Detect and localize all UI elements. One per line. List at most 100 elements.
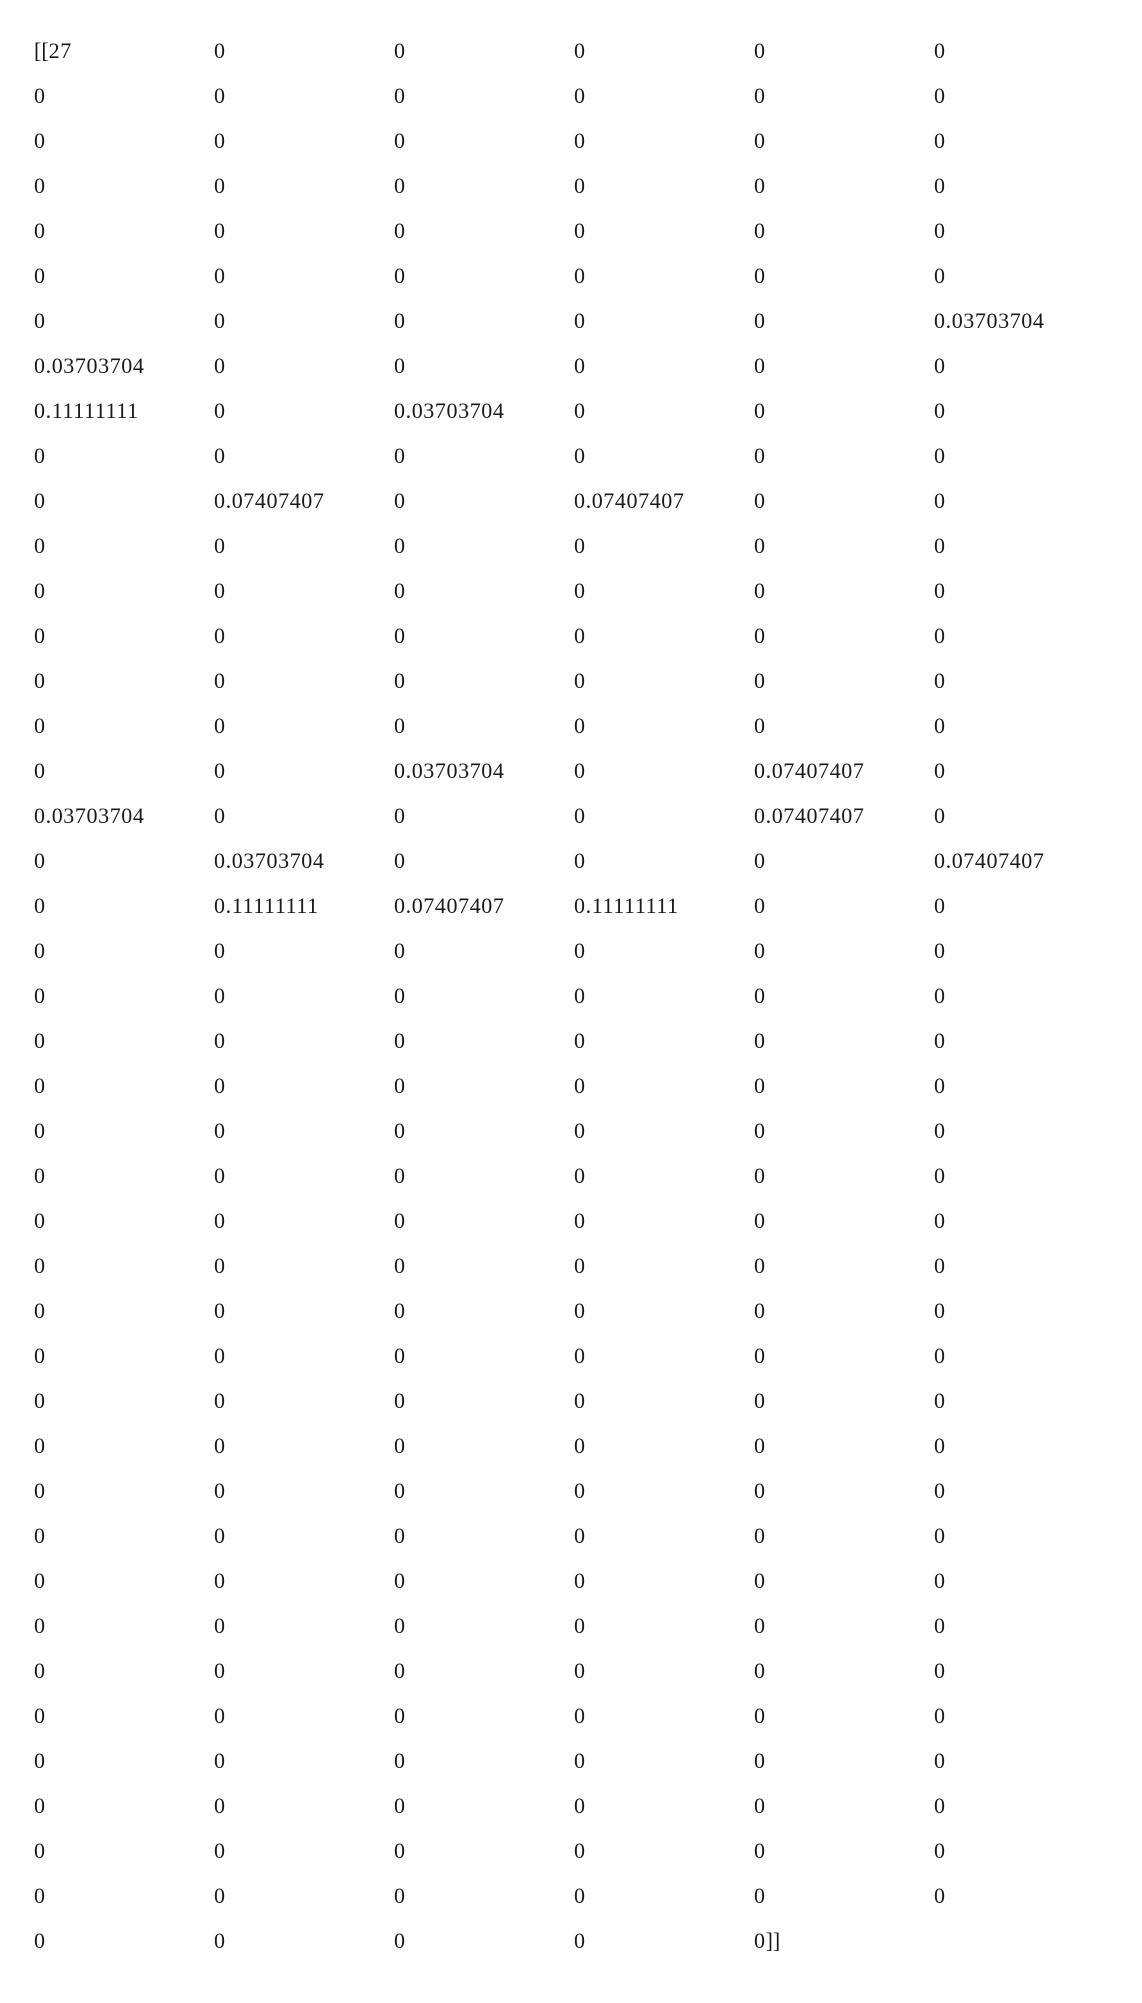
matrix-cell: 0 [214,1243,394,1288]
matrix-cell: 0 [394,1513,574,1558]
matrix-cell: 0 [574,208,754,253]
matrix-cell: 0 [214,1693,394,1738]
matrix-cell: 0 [754,1378,934,1423]
matrix-cell: 0 [394,433,574,478]
matrix-cell: 0 [574,928,754,973]
matrix-cell: 0 [394,1693,574,1738]
matrix-cell: 0 [574,1378,754,1423]
matrix-cell: 0 [574,1108,754,1153]
matrix-cell: 0 [754,1783,934,1828]
matrix-cell: 0.03703704 [394,748,574,793]
matrix-row: 0.0370370400000 [34,343,1108,388]
matrix-cell: 0 [34,1243,214,1288]
matrix-cell: 0 [574,163,754,208]
matrix-cell: 0 [34,1873,214,1918]
matrix-cell: 0 [214,658,394,703]
matrix-cell: 0 [574,1828,754,1873]
matrix-cell: 0 [934,1378,1108,1423]
close-brackets: ]] [766,1928,781,1953]
matrix-cell: 0 [934,1738,1108,1783]
matrix-cell: 0 [214,1063,394,1108]
matrix-cell: 0 [934,793,1108,838]
matrix-cell: 0 [754,1648,934,1693]
matrix-cell: 0 [574,118,754,163]
matrix-cell: 0 [394,1153,574,1198]
matrix-cell: 0 [34,883,214,928]
matrix-cell: 0 [214,343,394,388]
matrix-row: 000000 [34,1288,1108,1333]
matrix-cell: 0 [754,1558,934,1603]
matrix-cell: 0 [754,208,934,253]
matrix-cell: 0 [574,1288,754,1333]
matrix-cell: 0 [34,1738,214,1783]
matrix-row: 000000 [34,1333,1108,1378]
matrix-cell: [[27 [34,28,214,73]
matrix-cell: 0 [934,1828,1108,1873]
matrix-cell: 0 [574,1153,754,1198]
matrix-cell: 0 [754,838,934,883]
matrix-cell: 0 [934,73,1108,118]
matrix-cell: 0.11111111 [34,388,214,433]
matrix-cell: 0 [394,478,574,523]
matrix-row: 000000 [34,1558,1108,1603]
matrix-cell: 0 [754,1198,934,1243]
matrix-cell: 0 [574,1918,754,1963]
matrix-cell: 0 [34,1648,214,1693]
matrix-cell: 0 [934,208,1108,253]
matrix-row: 000000 [34,1648,1108,1693]
matrix-cell: 0 [214,1783,394,1828]
matrix-row: 000000 [34,118,1108,163]
matrix-cell: 0 [34,433,214,478]
matrix-cell: 0 [214,1333,394,1378]
matrix-row: 000000 [34,1378,1108,1423]
matrix-row: 000000 [34,1603,1108,1648]
matrix-cell: 0 [34,1108,214,1153]
matrix-cell: 0 [754,523,934,568]
matrix-cell: 0 [214,208,394,253]
matrix-cell: 0 [34,1423,214,1468]
matrix-cell: 0 [934,1063,1108,1108]
matrix-cell: 0 [34,703,214,748]
matrix-cell: 0 [934,28,1108,73]
matrix-row: 000000 [34,613,1108,658]
matrix-cell: 0 [214,613,394,658]
matrix-cell: 0 [574,838,754,883]
matrix-row: 000000 [34,658,1108,703]
matrix-cell: 0 [394,253,574,298]
matrix-cell: 0 [754,1108,934,1153]
matrix-cell: 0 [574,343,754,388]
matrix-cell: 0 [574,1333,754,1378]
matrix-row: 000.0370370400.074074070 [34,748,1108,793]
matrix-cell: 0 [214,793,394,838]
matrix-row: 00.111111110.074074070.1111111100 [34,883,1108,928]
matrix-cell: 0 [574,1603,754,1648]
matrix-cell: 0 [34,1063,214,1108]
matrix-cell: 0.07407407 [394,883,574,928]
matrix-cell: 0 [934,343,1108,388]
matrix-row: 00000]] [34,1918,1108,1963]
matrix-cell: 0.03703704 [214,838,394,883]
matrix-cell: 0 [214,73,394,118]
matrix-cell: 0 [934,748,1108,793]
matrix-cell: 0 [934,1153,1108,1198]
matrix-cell: 0 [394,1018,574,1063]
matrix-cell: 0.03703704 [934,298,1108,343]
matrix-cell: 0 [574,1558,754,1603]
matrix-cell: 0 [214,1738,394,1783]
matrix-cell: 0 [394,1468,574,1513]
matrix-row: 000000 [34,973,1108,1018]
matrix-cell: 0 [394,1918,574,1963]
matrix-cell: 0 [214,748,394,793]
matrix-cell: 0 [754,388,934,433]
matrix-cell: 0 [394,1738,574,1783]
matrix-cell: 0 [754,253,934,298]
matrix-row: 000000 [34,433,1108,478]
matrix-cell: 0 [214,253,394,298]
matrix-cell: 0 [34,1828,214,1873]
matrix-cell: 0 [934,1243,1108,1288]
matrix-row: 000000 [34,703,1108,748]
matrix-row: 000000 [34,1018,1108,1063]
matrix-cell: 0 [754,1153,934,1198]
matrix-cell: 0 [754,1063,934,1108]
matrix-cell: 0 [34,748,214,793]
